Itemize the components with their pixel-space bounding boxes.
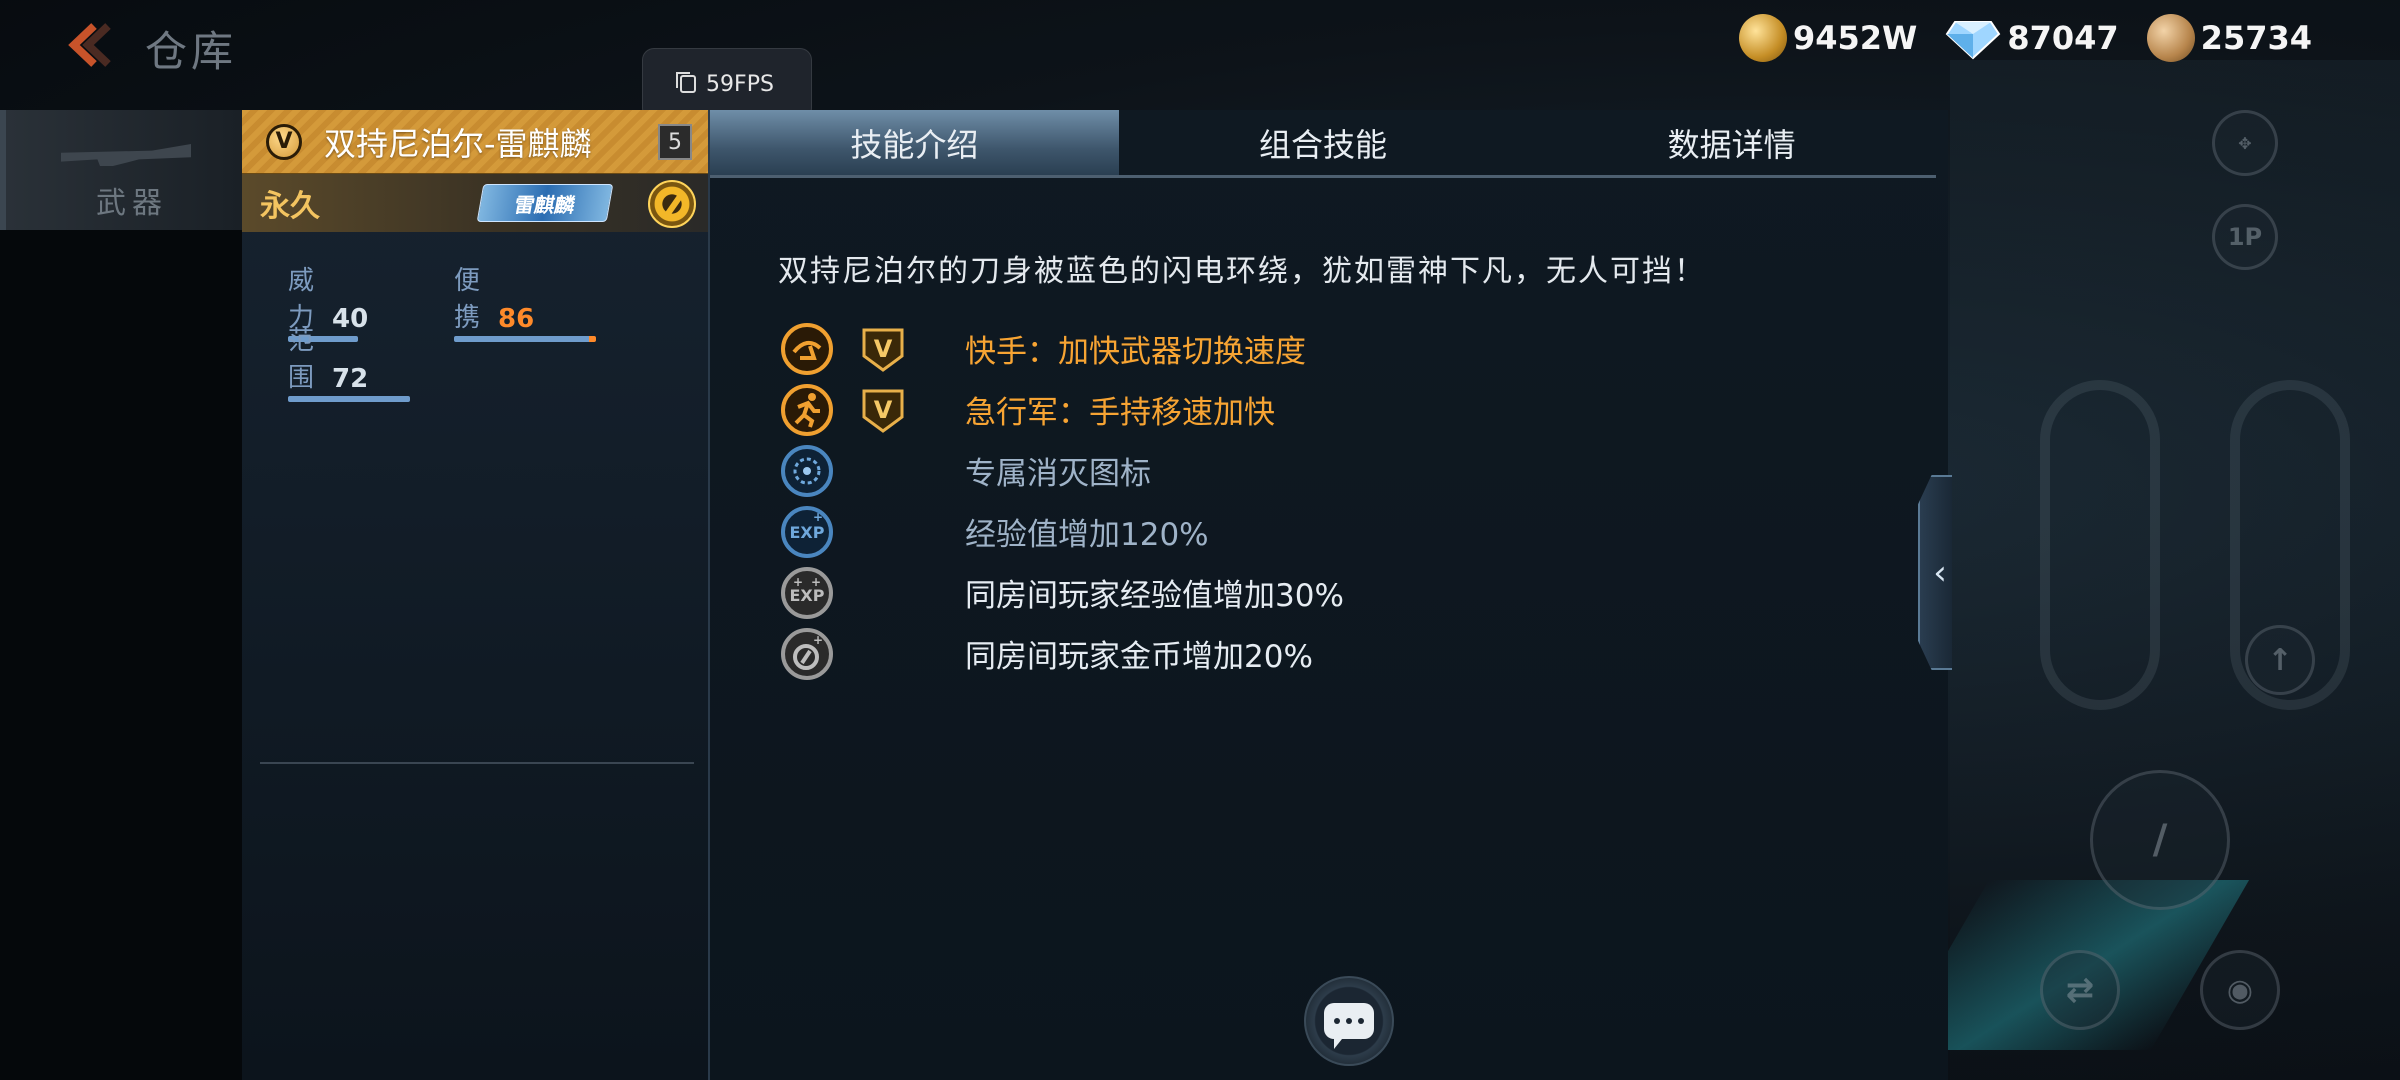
page-title: 仓库	[145, 27, 238, 76]
chevron-left-icon	[68, 23, 111, 67]
running-man-icon	[780, 383, 834, 437]
collapse-panel-button[interactable]: ‹	[1918, 475, 1952, 670]
switch-weapon-icon[interactable]: ⇄	[2040, 950, 2120, 1030]
skill-text: 快手：加快武器切换速度	[965, 334, 1306, 370]
room-exp-icon: EXP + +	[780, 566, 834, 620]
weapon-level: 5	[658, 124, 692, 160]
skill-row: 专属消灭图标	[780, 440, 1151, 501]
svg-text:EXP: EXP	[790, 523, 825, 542]
skill-row: EXP + 经验值增加120%	[780, 501, 1209, 562]
skill-detail-panel: 技能介绍 组合技能 数据详情 双持尼泊尔的刀身被蓝色的闪电环绕，犹如雷神下凡，无…	[710, 110, 1948, 1080]
svg-text:+: +	[813, 510, 823, 524]
svg-text:V: V	[874, 335, 893, 363]
rifle-icon	[61, 144, 191, 166]
medal-icon[interactable]	[648, 180, 696, 228]
tab-combo-skills[interactable]: 组合技能	[1119, 110, 1528, 175]
room-coin-icon: +	[780, 627, 834, 681]
sidebar-item-label: 武器	[96, 186, 168, 221]
vip-badge-icon: V	[266, 123, 302, 160]
currency-diamond[interactable]: 87047	[1945, 14, 2119, 62]
honor-coin-icon	[2146, 14, 2195, 62]
crosshair-settings-icon[interactable]: ✥	[2212, 110, 2278, 176]
copy-icon	[676, 72, 697, 93]
skill-text: 急行军：手持移速加快	[965, 395, 1275, 431]
stat-bar	[454, 336, 596, 342]
diamond-icon	[1946, 21, 2001, 60]
fps-label: 59FPS	[706, 71, 774, 97]
currency-diamond-value: 87047	[2007, 19, 2119, 57]
weapon-duration: 永久	[260, 189, 320, 224]
stat-range: 范围 72	[288, 320, 410, 402]
svg-text:+: +	[811, 575, 821, 589]
currency-honor-value: 25734	[2200, 19, 2312, 57]
stat-portability: 便携 86	[454, 260, 596, 342]
stat-label: 便携	[454, 266, 481, 333]
back-button[interactable]	[56, 20, 116, 70]
svg-text:+: +	[813, 633, 823, 647]
view-toggle-icon[interactable]: 1P	[2212, 204, 2278, 270]
vip-v-icon: V	[862, 328, 904, 372]
currency-gold-value: 9452W	[1792, 19, 1918, 57]
chat-bubble-icon	[1324, 1003, 1374, 1049]
crouch-icon[interactable]: ◉	[2200, 950, 2280, 1030]
detail-tabs: 技能介绍 组合技能 数据详情	[710, 110, 1936, 178]
quick-hand-icon	[780, 322, 834, 376]
skill-row: V 急行军：手持移速加快	[780, 379, 1275, 440]
currency-bar: 9452W 87047 25734	[1738, 14, 2312, 62]
exp-icon: EXP +	[780, 505, 834, 559]
jump-icon[interactable]: ↑	[2245, 625, 2315, 695]
background-left-strip	[0, 110, 242, 1080]
background-ring	[2040, 380, 2160, 710]
stat-label: 范围	[288, 326, 315, 393]
currency-gold[interactable]: 9452W	[1738, 14, 1918, 62]
svg-text:+: +	[793, 575, 803, 589]
tab-skill-intro[interactable]: 技能介绍	[710, 110, 1119, 175]
skill-row: V 快手：加快武器切换速度	[780, 318, 1306, 379]
gold-coin-icon	[1738, 14, 1787, 62]
weapon-series-tag: 雷麒麟	[476, 184, 614, 222]
skill-row: EXP + + 同房间玩家经验值增加30%	[780, 562, 1344, 623]
weapon-info-panel: V 双持尼泊尔-雷麒麟 5 永久 雷麒麟 威力 40 便携 86 范围 72	[242, 110, 710, 1080]
vip-v-icon: V	[862, 389, 904, 433]
skill-text: 同房间玩家金币增加20%	[965, 639, 1313, 675]
svg-text:V: V	[874, 396, 893, 424]
skill-row: + 同房间玩家金币增加20%	[780, 623, 1313, 684]
chevron-left-icon: ‹	[1933, 552, 1947, 593]
skill-list: V 快手：加快武器切换速度 V 急行军：手持移速加快 专属消灭图标 EXP + 经…	[780, 318, 1344, 684]
skill-text: 同房间玩家经验值增加30%	[965, 578, 1344, 614]
stat-bar	[288, 396, 410, 402]
sidebar-item-weapons[interactable]: 武器	[0, 110, 242, 230]
currency-honor[interactable]: 25734	[2146, 14, 2312, 62]
weapon-subheader: 永久 雷麒麟	[242, 174, 708, 232]
stat-value: 86	[498, 304, 535, 334]
kill-badge-icon	[780, 444, 834, 498]
chat-button[interactable]	[1304, 976, 1394, 1066]
skill-text: 经验值增加120%	[965, 517, 1209, 553]
weapon-header: V 双持尼泊尔-雷麒麟 5	[242, 110, 708, 174]
stat-value: 72	[332, 364, 369, 394]
skill-text: 专属消灭图标	[965, 456, 1151, 492]
knife-attack-icon[interactable]: /	[2090, 770, 2230, 910]
tab-data-details[interactable]: 数据详情	[1527, 110, 1936, 175]
divider	[260, 762, 694, 764]
weapon-description: 双持尼泊尔的刀身被蓝色的闪电环绕，犹如雷神下凡，无人可挡！	[778, 254, 1706, 289]
weapon-name: 双持尼泊尔-雷麒麟	[324, 124, 592, 163]
